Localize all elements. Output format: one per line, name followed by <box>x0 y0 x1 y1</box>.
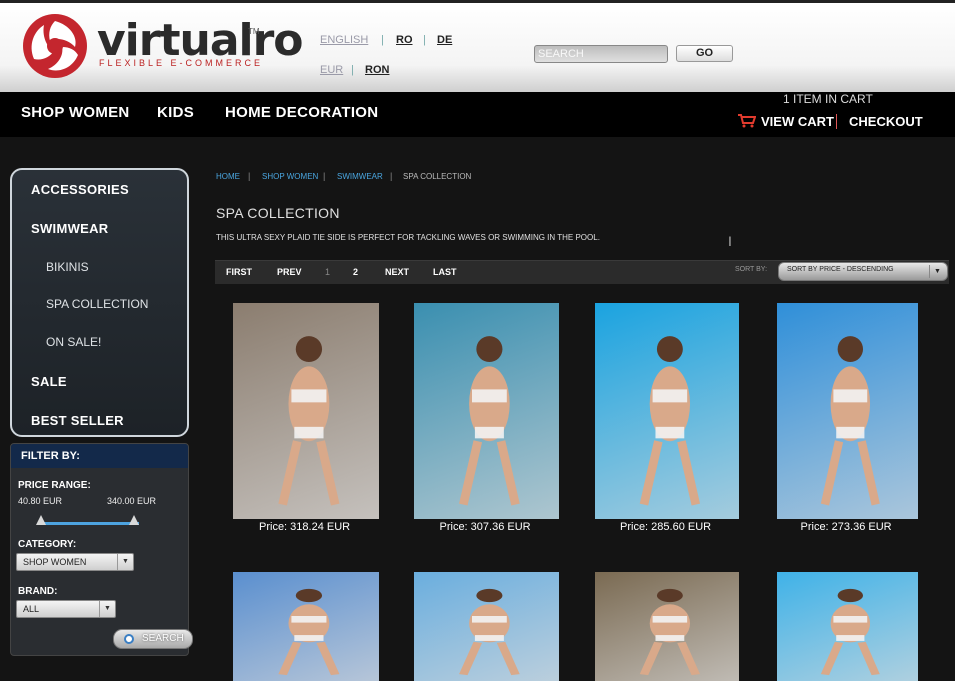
view-cart-link[interactable]: VIEW CART <box>761 114 834 129</box>
sort-label: SORT BY: <box>735 266 768 273</box>
model-silhouette <box>459 588 520 676</box>
product-image[interactable] <box>595 303 739 519</box>
filter-search-button[interactable]: SEARCH <box>113 629 193 649</box>
price-slider-max-handle[interactable] <box>129 515 139 525</box>
category-menu: ACCESSORIES SWIMWEAR BIKINIS SPA COLLECT… <box>10 168 189 437</box>
menu-item-best-seller[interactable]: BEST SELLER <box>31 413 124 428</box>
price-min-value: 40.80 EUR <box>18 496 63 506</box>
pager-last[interactable]: LAST <box>433 267 457 277</box>
breadcrumb-swimwear[interactable]: SWIMWEAR <box>337 172 383 181</box>
cart-icon[interactable] <box>738 114 756 128</box>
nav-home-decoration[interactable]: HOME DECORATION <box>225 104 378 121</box>
separator: | <box>323 171 326 181</box>
product-image[interactable] <box>777 303 918 519</box>
sort-select[interactable]: SORT BY PRICE - DESCENDING ▼ <box>778 262 948 281</box>
product-image[interactable] <box>595 572 739 681</box>
product-image[interactable] <box>777 572 918 681</box>
pager-page-2[interactable]: 2 <box>353 267 358 277</box>
main-nav: SHOP WOMEN KIDS HOME DECORATION 1 ITEM I… <box>0 92 955 137</box>
pager-next[interactable]: NEXT <box>385 267 409 277</box>
breadcrumb-current: SPA COLLECTION <box>403 172 472 181</box>
price-max-value: 340.00 EUR <box>107 496 157 506</box>
filter-search-label: SEARCH <box>142 633 184 644</box>
separator: | <box>248 171 251 181</box>
breadcrumb-home[interactable]: HOME <box>216 172 240 181</box>
checkout-link[interactable]: CHECKOUT <box>849 114 923 129</box>
pager-first[interactable]: FIRST <box>226 267 252 277</box>
separator <box>836 114 837 129</box>
product-image[interactable] <box>233 572 379 681</box>
search-icon <box>124 634 134 644</box>
text-cursor-icon: I <box>728 233 732 249</box>
product-image[interactable] <box>233 303 379 519</box>
nav-kids[interactable]: KIDS <box>157 104 194 121</box>
page-description: THIS ULTRA SEXY PLAID TIE SIDE IS PERFEC… <box>216 233 600 242</box>
product-image[interactable] <box>414 572 559 681</box>
brand-tagline: FLEXIBLE E-COMMERCE <box>99 58 264 68</box>
separator: | <box>390 171 393 181</box>
menu-item-bikinis[interactable]: BIKINIS <box>46 260 89 274</box>
model-silhouette <box>820 588 880 676</box>
model-silhouette <box>820 336 880 506</box>
currency-eur[interactable]: EUR <box>320 64 343 76</box>
model-silhouette <box>639 588 701 676</box>
menu-item-sale[interactable]: SALE <box>31 374 67 389</box>
page-title: SPA COLLECTION <box>216 205 340 221</box>
cart-count: 1 ITEM IN CART <box>783 92 873 106</box>
brand-logo-icon[interactable] <box>20 11 90 81</box>
model-silhouette <box>278 336 340 506</box>
separator: | <box>351 64 354 76</box>
product-price: Price: 307.36 EUR <box>439 521 531 533</box>
product-image[interactable] <box>414 303 559 519</box>
pager-bar: FIRST PREV 1 2 NEXT LAST SORT BY: SORT B… <box>215 260 949 284</box>
pager-page-1[interactable]: 1 <box>325 267 330 277</box>
separator: | <box>423 34 426 46</box>
trademark: TM <box>248 27 260 36</box>
product-price: Price: 318.24 EUR <box>259 521 351 533</box>
price-slider-track[interactable] <box>41 522 139 525</box>
product-price: Price: 285.60 EUR <box>620 521 712 533</box>
filter-header: FILTER BY: <box>11 444 188 468</box>
separator: | <box>381 34 384 46</box>
chevron-down-icon[interactable]: ▼ <box>117 554 133 570</box>
filter-title: FILTER BY: <box>21 450 80 462</box>
sort-select-value: SORT BY PRICE - DESCENDING <box>787 266 894 273</box>
header: virtualro TM FLEXIBLE E-COMMERCE ENGLISH… <box>0 0 955 92</box>
filter-panel: FILTER BY: PRICE RANGE: 40.80 EUR 340.00… <box>10 443 193 656</box>
language-de[interactable]: DE <box>437 34 452 46</box>
category-select[interactable]: SHOP WOMEN ▼ <box>16 553 134 571</box>
model-silhouette <box>459 336 520 506</box>
chevron-down-icon[interactable]: ▼ <box>99 601 115 617</box>
model-silhouette <box>278 588 340 676</box>
menu-item-accessories[interactable]: ACCESSORIES <box>31 182 129 197</box>
nav-shop-women[interactable]: SHOP WOMEN <box>21 104 130 121</box>
breadcrumb-shop-women[interactable]: SHOP WOMEN <box>262 172 318 181</box>
product-price: Price: 273.36 EUR <box>800 521 892 533</box>
language-english[interactable]: ENGLISH <box>320 34 368 46</box>
category-label: CATEGORY: <box>18 539 77 550</box>
model-silhouette <box>639 336 701 506</box>
menu-item-spa-collection[interactable]: SPA COLLECTION <box>46 297 148 311</box>
language-ro[interactable]: RO <box>396 34 413 46</box>
menu-item-on-sale[interactable]: ON SALE! <box>46 335 101 349</box>
search-input[interactable] <box>534 45 668 63</box>
brand-select-value: ALL <box>23 604 40 614</box>
brand-select[interactable]: ALL ▼ <box>16 600 116 618</box>
price-range-label: PRICE RANGE: <box>18 480 91 491</box>
pager-prev[interactable]: PREV <box>277 267 302 277</box>
go-button[interactable]: GO <box>676 45 733 62</box>
chevron-down-icon[interactable]: ▼ <box>929 265 945 278</box>
price-slider-min-handle[interactable] <box>36 515 46 525</box>
menu-item-swimwear[interactable]: SWIMWEAR <box>31 221 109 236</box>
brand-label: BRAND: <box>18 586 58 597</box>
currency-ron[interactable]: RON <box>365 64 389 76</box>
category-select-value: SHOP WOMEN <box>23 557 87 567</box>
